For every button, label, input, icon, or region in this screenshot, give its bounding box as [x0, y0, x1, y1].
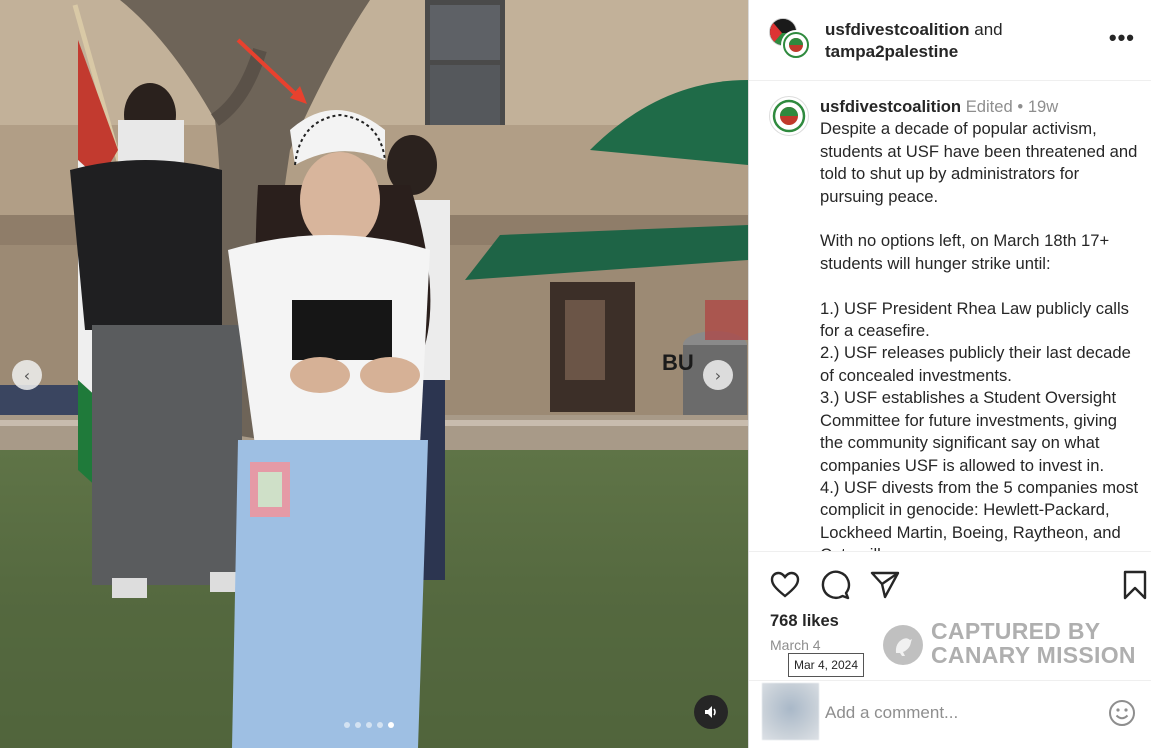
- post-age[interactable]: 19w: [1028, 97, 1058, 116]
- and-text: and: [969, 20, 1003, 39]
- svg-text:BU: BU: [662, 350, 694, 375]
- avatar: [762, 683, 819, 740]
- post-date[interactable]: March 4: [770, 637, 821, 653]
- carousel-prev-button[interactable]: ‹: [12, 360, 42, 390]
- watermark-text: CAPTURED BY CANARY MISSION: [931, 619, 1136, 667]
- bird-icon: [883, 625, 923, 665]
- speaker-icon: [705, 706, 716, 718]
- author-link[interactable]: usfdivestcoalition: [825, 20, 970, 39]
- bookmark-icon[interactable]: [1119, 569, 1151, 601]
- paper-plane-icon[interactable]: [869, 569, 901, 601]
- heart-icon[interactable]: [769, 569, 801, 601]
- caption-text: usfdivestcoalition Edited • 19w Despite …: [820, 96, 1140, 551]
- watermark: CAPTURED BY CANARY MISSION: [883, 619, 1143, 671]
- more-options-button[interactable]: •••: [1108, 25, 1135, 50]
- chevron-left-icon: ‹: [23, 365, 31, 385]
- carousel-dot[interactable]: [377, 722, 383, 728]
- collaborator-link[interactable]: tampa2palestine: [825, 42, 958, 61]
- post-author-names: usfdivestcoalition and tampa2palestine: [825, 19, 1003, 63]
- post-photo: BU: [0, 0, 748, 748]
- carousel-dot[interactable]: [355, 722, 361, 728]
- watermark-line1: CAPTURED BY: [931, 618, 1101, 644]
- caption-scroll-area[interactable]: usfdivestcoalition Edited • 19w Despite …: [749, 82, 1151, 552]
- avatar[interactable]: [769, 96, 809, 136]
- post-media[interactable]: BU ‹ ›: [0, 0, 748, 748]
- watermark-line2: CANARY MISSION: [931, 642, 1136, 668]
- action-bar: [769, 569, 1147, 601]
- avatar[interactable]: [781, 30, 811, 60]
- caption-username[interactable]: usfdivestcoalition: [820, 97, 961, 116]
- comment-icon[interactable]: [819, 569, 851, 601]
- comment-input[interactable]: [825, 699, 1095, 727]
- comment-composer: [749, 680, 1151, 748]
- smiley-icon[interactable]: [1108, 699, 1136, 727]
- carousel-dot-active[interactable]: [388, 722, 394, 728]
- like-count[interactable]: 768 likes: [770, 612, 839, 631]
- meta-separator: •: [1017, 97, 1024, 116]
- caption-body: Despite a decade of popular activism, st…: [820, 119, 1139, 551]
- post-header: usfdivestcoalition and tampa2palestine •…: [749, 0, 1151, 81]
- carousel-dot[interactable]: [366, 722, 372, 728]
- collab-avatars[interactable]: [769, 18, 813, 62]
- carousel-dots: [344, 722, 394, 728]
- date-tooltip: Mar 4, 2024: [788, 653, 864, 677]
- chevron-right-icon: ›: [714, 365, 722, 385]
- edited-label: Edited: [965, 97, 1013, 116]
- more-horizontal-icon: •••: [1108, 25, 1135, 50]
- audio-toggle-button[interactable]: [694, 695, 728, 729]
- carousel-next-button[interactable]: ›: [703, 360, 733, 390]
- carousel-dot[interactable]: [344, 722, 350, 728]
